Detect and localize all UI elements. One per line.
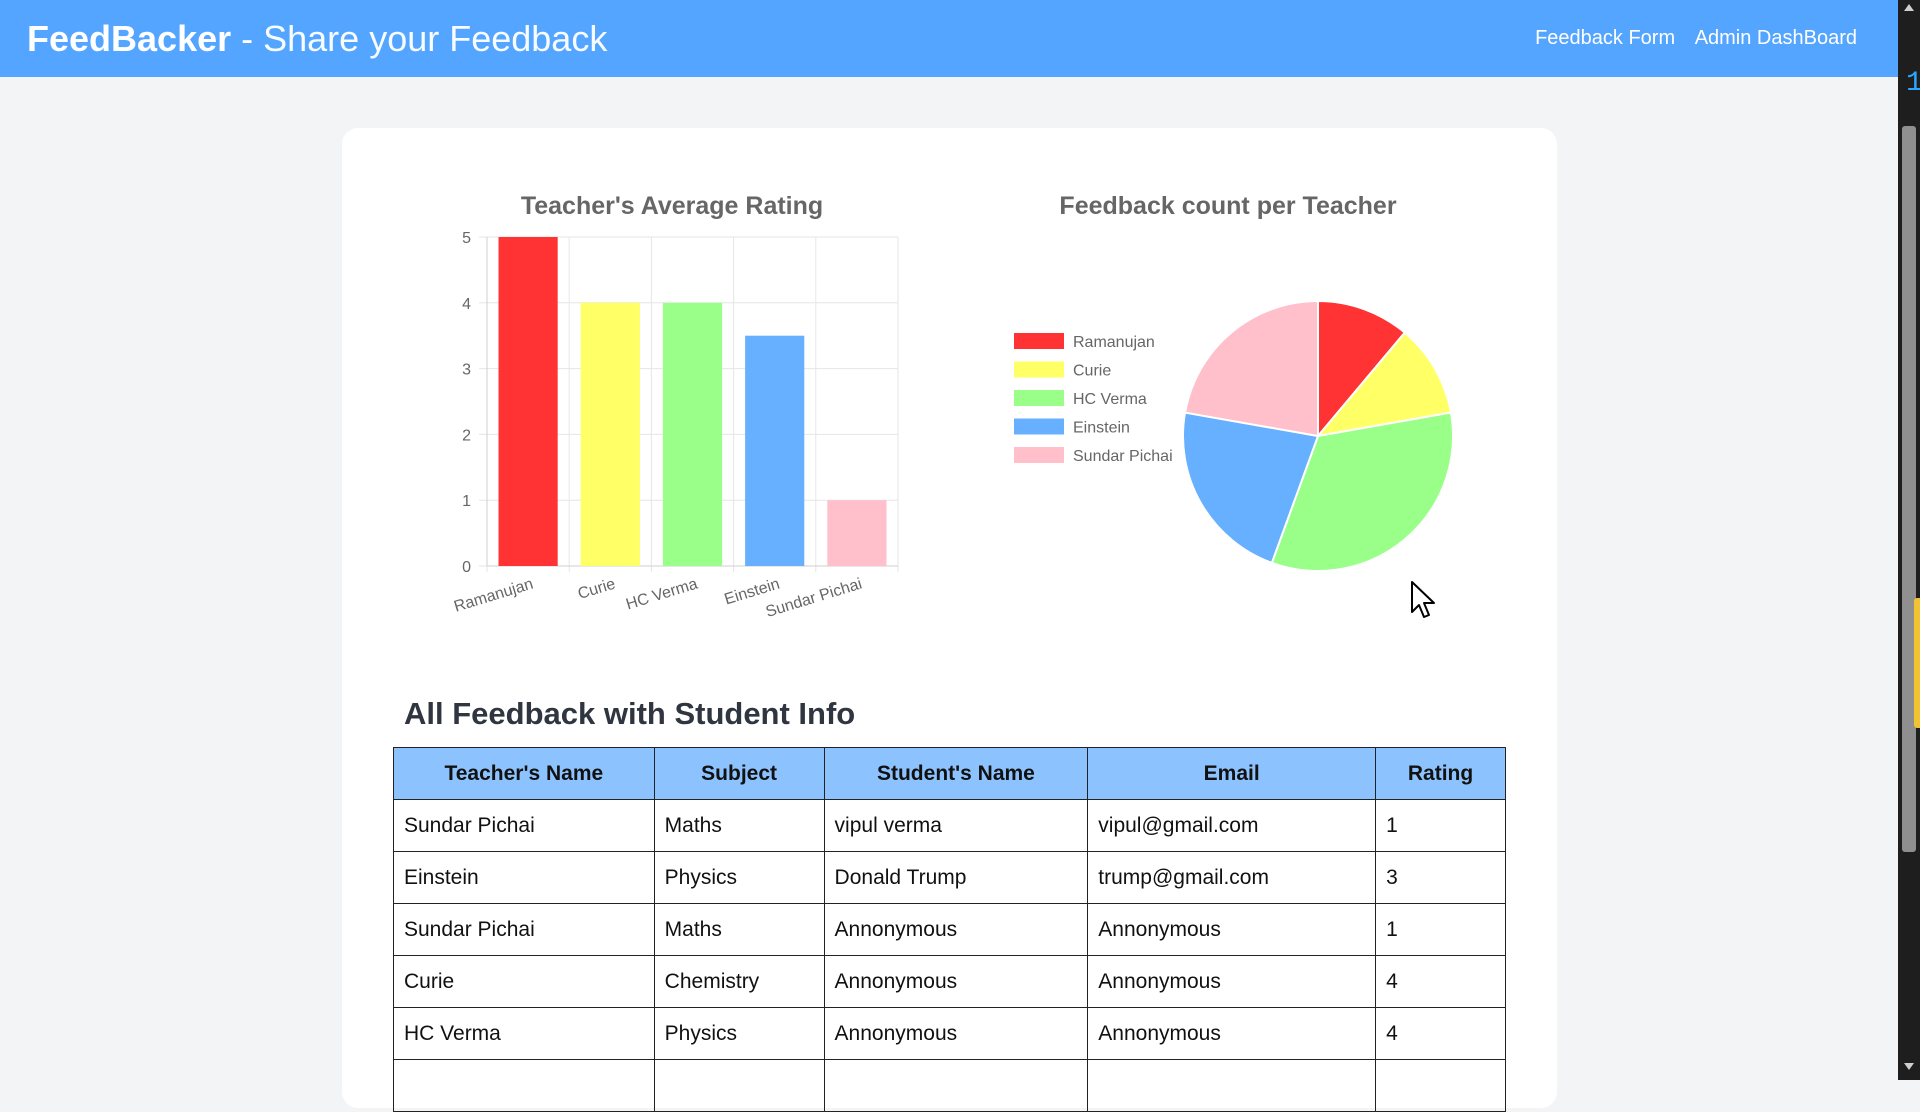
feedback-table: Teacher's Name Subject Student's Name Em… [393, 747, 1506, 1112]
cell-teacher: Sundar Pichai [393, 903, 655, 956]
brand-tagline: Share your Feedback [263, 18, 608, 59]
cell-rating: 3 [1375, 851, 1506, 904]
scroll-down-arrow-icon[interactable] [1904, 1063, 1914, 1070]
cell-email: trump@gmail.com [1087, 851, 1377, 904]
brand-name[interactable]: FeedBacker [27, 18, 231, 59]
bar[interactable] [662, 302, 723, 566]
cell-rating: 4 [1375, 955, 1506, 1008]
legend-swatch [1014, 333, 1064, 349]
cell-rating: 1 [1375, 799, 1506, 852]
brand[interactable]: FeedBacker - Share your Feedback [27, 18, 607, 60]
legend-label: HC Verma [1073, 391, 1147, 408]
editor-edge-glyph: 1 [1906, 68, 1920, 99]
page-scrollbar[interactable] [1898, 0, 1920, 1080]
cell-teacher: Sundar Pichai [393, 799, 655, 852]
cell-email: vipul@gmail.com [1087, 799, 1377, 852]
mouse-cursor-icon [1411, 581, 1435, 618]
pie-chart: Ramanujan Curie HC Verma Einstein Sundar Pic… [1014, 299, 1454, 572]
col-rating: Rating [1375, 747, 1506, 800]
pie-slice[interactable] [1183, 299, 1319, 438]
table-row: Curie Chemistry Annonymous Annonymous 4 [393, 955, 1506, 1008]
y-tick-label: 0 [462, 559, 471, 576]
nav-links: Feedback Form Admin DashBoard [1521, 27, 1857, 50]
cell-rating: 4 [1375, 1007, 1506, 1060]
cell-student: Annonymous [823, 955, 1089, 1008]
cell-email: Annonymous [1087, 1007, 1377, 1060]
legend-label: Curie [1073, 363, 1111, 380]
x-tick-label: Ramanujan [452, 576, 535, 616]
x-tick-label: Curie [576, 576, 618, 603]
scroll-thumb[interactable] [1902, 126, 1916, 852]
nav-feedback-form-link[interactable]: Feedback Form [1535, 27, 1675, 49]
legend-swatch [1014, 390, 1064, 406]
col-teacher-name: Teacher's Name [393, 747, 655, 800]
cell-student [823, 1059, 1089, 1112]
nav-admin-dashboard-link[interactable]: Admin DashBoard [1695, 27, 1857, 49]
cell-subject: Maths [653, 799, 825, 852]
cell-rating [1375, 1059, 1506, 1112]
y-tick-label: 3 [462, 362, 471, 379]
y-tick-label: 4 [462, 296, 471, 313]
editor-edge-marker [1914, 598, 1920, 728]
cell-student: vipul verma [823, 799, 1089, 852]
y-tick-label: 1 [462, 493, 471, 510]
cell-teacher: Curie [393, 955, 655, 1008]
cell-email [1087, 1059, 1377, 1112]
bar[interactable] [580, 302, 640, 566]
legend-label: Sundar Pichai [1073, 448, 1173, 465]
cell-student: Annonymous [823, 1007, 1089, 1060]
bar[interactable] [827, 500, 887, 566]
legend-swatch [1014, 361, 1064, 378]
y-tick-label: 5 [462, 230, 471, 247]
legend-swatch [1014, 447, 1064, 463]
cell-subject: Physics [653, 851, 825, 904]
cell-email: Annonymous [1087, 903, 1377, 956]
legend-label: Einstein [1073, 420, 1130, 437]
brand-separator: - [231, 18, 264, 59]
bar-chart-title: Teacher's Average Rating [520, 192, 824, 220]
pie-chart-title: Feedback count per Teacher [1059, 192, 1397, 220]
cell-rating: 1 [1375, 903, 1506, 956]
top-navbar: FeedBacker - Share your Feedback Feedbac… [0, 0, 1898, 77]
table-row: Sundar Pichai Maths vipul verma vipul@gm… [393, 799, 1506, 852]
cell-subject: Maths [653, 903, 825, 956]
col-student-name: Student's Name [823, 747, 1089, 800]
cell-teacher: HC Verma [393, 1007, 655, 1060]
y-tick-label: 2 [462, 427, 471, 444]
bar[interactable] [498, 237, 558, 566]
cell-email: Annonymous [1087, 955, 1377, 1008]
legend-swatch [1014, 418, 1064, 435]
table-row: HC Verma Physics Annonymous Annonymous 4 [393, 1007, 1506, 1060]
bar-chart: 012345Ramanujan Curie HC Verma EinsteinSund… [452, 230, 899, 621]
cell-teacher: Einstein [393, 851, 655, 904]
col-subject: Subject [653, 747, 825, 800]
table-row: Sundar Pichai Maths Annonymous Annonymou… [393, 903, 1506, 956]
cell-subject [653, 1059, 825, 1112]
table-row [393, 1059, 1506, 1112]
col-email: Email [1087, 747, 1377, 800]
x-tick-label: HC Verma [624, 576, 700, 614]
table-row: Einstein Physics Donald Trump trump@gmai… [393, 851, 1506, 904]
table-heading: All Feedback with Student Info [404, 696, 856, 731]
cell-teacher [393, 1059, 655, 1112]
table-header-row: Teacher's Name Subject Student's Name Em… [393, 747, 1506, 800]
cell-student: Donald Trump [823, 851, 1089, 904]
bar[interactable] [745, 335, 805, 566]
cell-student: Annonymous [823, 903, 1089, 956]
cell-subject: Chemistry [653, 955, 825, 1008]
legend-label: Ramanujan [1073, 334, 1155, 351]
scroll-up-arrow-icon[interactable] [1904, 4, 1914, 11]
cell-subject: Physics [653, 1007, 825, 1060]
